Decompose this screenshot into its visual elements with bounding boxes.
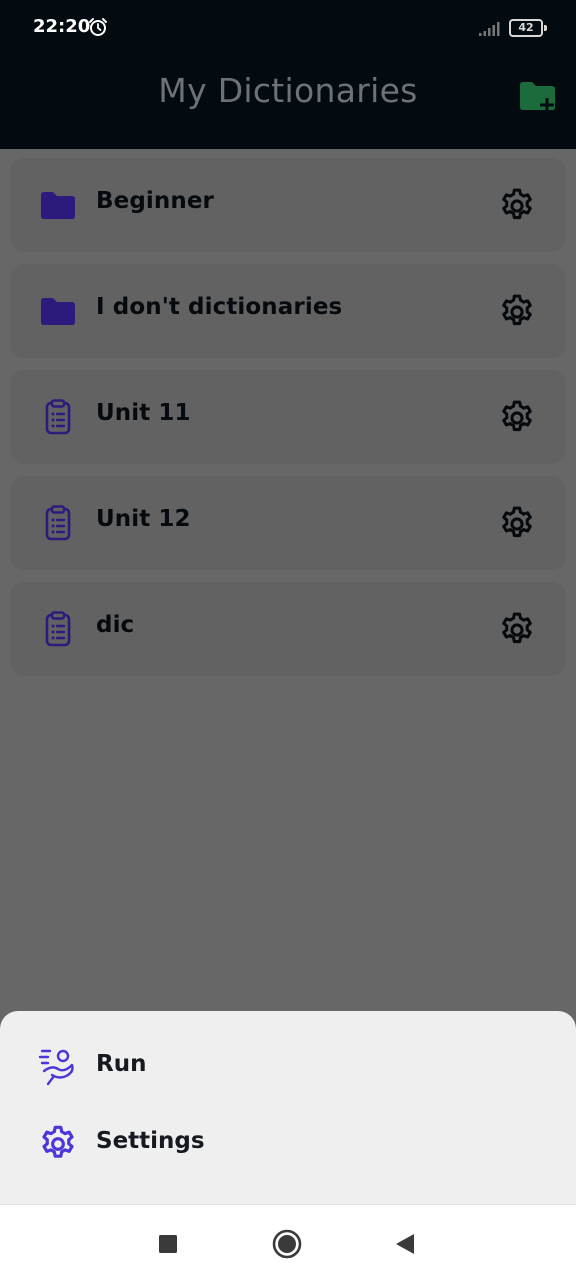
dictionary-item[interactable]: dic bbox=[10, 582, 566, 676]
gear-icon[interactable] bbox=[498, 187, 536, 225]
battery-icon: 42 bbox=[509, 19, 547, 37]
folder-icon bbox=[41, 192, 75, 219]
battery-nub bbox=[544, 25, 547, 31]
run-menu-item[interactable]: Run bbox=[0, 1033, 576, 1099]
home-circle-icon[interactable] bbox=[272, 1229, 302, 1259]
page-title: My Dictionaries bbox=[158, 71, 418, 110]
dictionary-label: Beginner bbox=[96, 188, 214, 214]
gear-icon[interactable] bbox=[498, 505, 536, 543]
dictionary-label: dic bbox=[96, 612, 135, 638]
dictionary-label: Unit 11 bbox=[96, 400, 191, 426]
dictionary-item[interactable]: Unit 12 bbox=[10, 476, 566, 570]
folder-icon bbox=[41, 298, 75, 325]
dictionary-label: I don't dictionaries bbox=[96, 294, 343, 320]
alarm-icon bbox=[89, 18, 107, 36]
clipboard-list-icon bbox=[45, 611, 71, 647]
dictionary-label: Unit 12 bbox=[96, 506, 191, 532]
recents-square-icon[interactable] bbox=[153, 1229, 183, 1259]
gear-icon[interactable] bbox=[498, 399, 536, 437]
settings-label: Settings bbox=[96, 1128, 205, 1154]
dictionary-item[interactable]: Unit 11 bbox=[10, 370, 566, 464]
clipboard-list-icon bbox=[45, 399, 71, 435]
status-time: 22:20 bbox=[33, 16, 91, 37]
run-icon bbox=[38, 1049, 74, 1086]
dictionary-list: Beginner I don't dictionaries Unit 11 Un… bbox=[10, 158, 566, 688]
settings-menu-item[interactable]: Settings bbox=[0, 1110, 576, 1176]
nav-bar bbox=[0, 1204, 576, 1280]
signal-icon bbox=[479, 22, 500, 36]
dictionary-item[interactable]: Beginner bbox=[10, 158, 566, 252]
gear-icon bbox=[42, 1125, 74, 1158]
gear-icon[interactable] bbox=[498, 611, 536, 649]
clipboard-list-icon bbox=[45, 505, 71, 541]
battery-level: 42 bbox=[509, 19, 543, 37]
gear-icon[interactable] bbox=[498, 293, 536, 331]
dictionary-item[interactable]: I don't dictionaries bbox=[10, 264, 566, 358]
screen: 22:20 42 My Dictionaries Beginner I don'… bbox=[0, 0, 576, 1280]
folder-plus-icon[interactable] bbox=[518, 79, 558, 115]
run-label: Run bbox=[96, 1051, 147, 1077]
bottom-sheet: Run Settings bbox=[0, 1011, 576, 1204]
status-bar: 22:20 42 bbox=[0, 0, 576, 56]
app-header: My Dictionaries bbox=[0, 56, 576, 149]
back-triangle-icon[interactable] bbox=[390, 1229, 420, 1259]
